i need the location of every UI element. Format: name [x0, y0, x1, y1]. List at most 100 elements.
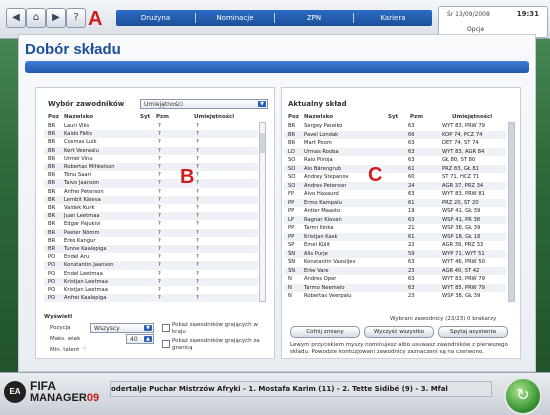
cell: BR	[48, 131, 56, 138]
player-row[interactable]: BR Cosmas Luik??	[44, 138, 258, 146]
squad-row[interactable]: PP Kristjan Kask 61 WSP 18, GŁ 18	[284, 232, 506, 241]
squad-row[interactable]: N Tarmo Neemelo 63 WYT 85, PRW 79	[284, 283, 506, 292]
col-poz: Poz	[288, 114, 300, 120]
check-home-label: Pokaż zawodników grających w kraju	[172, 322, 258, 335]
squad-row[interactable]: ŚN Erke Vare 23 AGR 40, ST 42	[284, 266, 506, 275]
position-select[interactable]: Wszyscy ▼	[90, 323, 154, 333]
tab-nominacje[interactable]: Nominacje	[196, 10, 274, 26]
cell: ?	[158, 237, 161, 244]
player-row[interactable]: BR Lembit Käieva??	[44, 195, 258, 204]
player-row[interactable]: PO Kristjan Leetmaa??	[44, 286, 258, 294]
left-scrollbar[interactable]	[259, 122, 266, 302]
squad-row[interactable]: N Andres Oper 63 WYT 83, PRW 79	[284, 275, 506, 283]
player-row[interactable]: BR Robertas Mihkelson??	[44, 163, 258, 172]
player-row[interactable]: BR Anfrei Peterson??	[44, 188, 258, 196]
squad-row[interactable]: BR Pavel Londak 66 KOP 74, PCZ 74	[284, 130, 506, 139]
squad-row[interactable]: PP Antier Maasto 19 WSP 41, GŁ 39	[284, 207, 506, 215]
cell: ST 71, HCZ 71	[442, 174, 480, 180]
player-row[interactable]: PO Konstantin Jaanson??	[44, 261, 258, 270]
player-row[interactable]: PO Endel Aru??	[44, 253, 258, 261]
cell: BR	[48, 147, 56, 154]
stepper-icon: ▲	[144, 336, 152, 342]
cell: Endel Aru	[64, 254, 90, 261]
cell: Andres Peterson	[304, 182, 347, 189]
tab-kariera[interactable]: Kariera	[354, 10, 432, 26]
cell: PO	[48, 254, 56, 261]
squad-row[interactable]: FP Aivo Haxaurd 63 WYT 83, PRW 81	[284, 190, 506, 198]
back-icon[interactable]: ◀	[6, 8, 26, 28]
cell: BR	[48, 139, 56, 146]
squad-row[interactable]: PP Tarmi Ilinka 21 WSP 38, GŁ 39	[284, 224, 506, 232]
cell: PO	[48, 262, 56, 269]
squad-row[interactable]: N Robertas Veerpalu 23 WSP 38, GŁ 39	[284, 292, 506, 300]
star-icon[interactable]: ☆	[82, 346, 87, 352]
squad-row[interactable]: SO Raio Piiroja 63 GŁ 80, ST 80	[284, 156, 506, 164]
player-row[interactable]: PO Anfrei Kaalepiga??	[44, 294, 258, 303]
squad-row[interactable]: SO Andres Peterson 24 AGR 37, PRZ 34	[284, 181, 506, 190]
player-row[interactable]: BR Peeter Nõmm??	[44, 228, 258, 237]
player-row[interactable]: BR Juan Leetmaa??	[44, 212, 258, 221]
options-button[interactable]: Opcje	[467, 26, 484, 33]
cell: ?	[158, 196, 161, 203]
right-scrollbar[interactable]	[508, 122, 515, 302]
undo-changes-button[interactable]: Cofnij zmiany	[290, 326, 360, 338]
cell: Robertas Mihkelson	[64, 164, 115, 170]
player-row[interactable]: BR Urmel Vinu??	[44, 155, 258, 163]
squad-row[interactable]: ŚN Alis Purje 59 WYP 71, WYT 51	[284, 249, 506, 258]
cell: ?	[158, 254, 161, 261]
cell: ?	[196, 278, 199, 285]
home-icon[interactable]: ⌂	[26, 8, 46, 28]
cell: ?	[196, 270, 199, 277]
player-row[interactable]: BR Tunne Kaalepiga??	[44, 245, 258, 254]
player-row[interactable]: PO Endel Leetmaa??	[44, 270, 258, 278]
cell: WYT 83, PRW 81	[442, 191, 485, 197]
player-row[interactable]: BR Valdek Kurk??	[44, 204, 258, 212]
cell: Urmas Rooba	[304, 148, 339, 155]
cell: Taivo Jaanson	[64, 180, 100, 187]
tab-zpn[interactable]: ZPN	[275, 10, 353, 26]
filter-select-value: Umiejętności	[144, 101, 183, 108]
clear-all-button[interactable]: Wyczyść wszystko	[364, 326, 434, 338]
player-row[interactable]: PO Kristjan Leetmaa??	[44, 277, 258, 286]
age-stepper[interactable]: 40 ▲	[126, 334, 154, 344]
continue-button[interactable]: ↻	[504, 377, 542, 415]
cell: Raio Piiroja	[304, 157, 333, 163]
cell: Urmel Vinu	[64, 155, 93, 162]
squad-row[interactable]: BR Sergey Pareiko 63 WYT 83, PRW 79	[284, 122, 506, 130]
squad-row[interactable]: SO Alo Bärengrub 61 PRZ 83, GŁ 81	[284, 164, 506, 173]
cell: 61	[408, 233, 415, 240]
tab-druzyna[interactable]: Drużyna	[116, 10, 195, 26]
player-row[interactable]: BR Erko Kangur??	[44, 237, 258, 245]
cell: ?	[158, 147, 161, 154]
player-row[interactable]: BR Kaido Fälts??	[44, 130, 258, 139]
player-row[interactable]: BR Tõnu Saari??	[44, 171, 258, 179]
forward-icon[interactable]: ▶	[46, 8, 66, 28]
squad-row[interactable]: SP Emel Külit 22 AGR 39, PRZ 33	[284, 241, 506, 249]
check-home-players[interactable]	[162, 324, 170, 332]
ask-assistant-button[interactable]: Spytaj asystenta	[438, 326, 508, 338]
cell: ?	[196, 205, 199, 211]
squad-row[interactable]: PP Ermo Kampalu 61 PRZ 20, ST 20	[284, 198, 506, 207]
cell: Mart Poom	[304, 140, 332, 146]
player-row[interactable]: BR Taivo Jaanson??	[44, 179, 258, 188]
filter-select[interactable]: Umiejętności ▼	[140, 99, 268, 109]
player-row[interactable]: BR Kert Veeraalu??	[44, 146, 258, 155]
col-poz: Poz	[48, 114, 60, 120]
squad-row[interactable]: ŚN Konstantin Vassiljev 63 WYT 46, PRW 50	[284, 258, 506, 266]
cell: 63	[408, 284, 415, 291]
cell: SO	[288, 174, 296, 180]
squad-row[interactable]: SO Andrey Stepanov 60 ST 71, HCZ 71	[284, 173, 506, 181]
player-row[interactable]: BR Edgar Pajukivi??	[44, 220, 258, 228]
help-icon[interactable]: ?	[66, 8, 86, 28]
check-abroad-players[interactable]	[162, 340, 170, 348]
squad-row[interactable]: BR Mart Poom 63 DET 74, ST 74	[284, 139, 506, 147]
player-row[interactable]: BR Lauri Viks??	[44, 122, 258, 130]
squad-row[interactable]: LP Ragnar Klavan 63 WSP 41, PR 38	[284, 215, 506, 224]
squad-row[interactable]: LO Urmas Rooba 63 WYT 83, AGR 84	[284, 147, 506, 156]
current-squad-panel: Aktualny skład Poz Nazwisko Syt Pzm Umie…	[281, 87, 521, 359]
cell: 63	[408, 276, 415, 282]
date-text: Śr 13/09/2008	[447, 11, 490, 18]
cell: ?	[196, 237, 199, 244]
cell: ?	[196, 188, 199, 195]
cell: Anfrei Peterson	[64, 188, 104, 195]
